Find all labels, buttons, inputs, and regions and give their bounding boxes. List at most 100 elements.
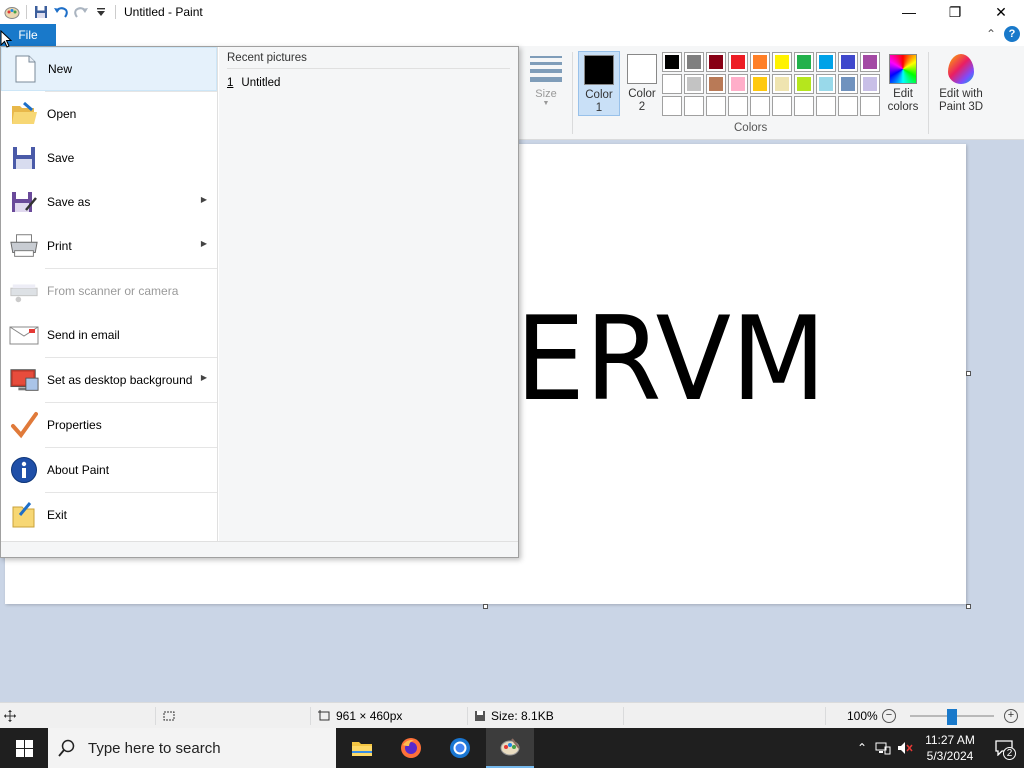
palette-color-swatch[interactable] <box>728 52 748 72</box>
checkmark-icon <box>9 410 39 440</box>
palette-empty-swatch[interactable] <box>684 96 704 116</box>
notification-center-button[interactable]: 2 <box>984 728 1024 768</box>
palette-color-swatch[interactable] <box>860 74 880 94</box>
palette-empty-swatch[interactable] <box>728 96 748 116</box>
palette-color-swatch[interactable] <box>662 52 682 72</box>
collapse-ribbon-icon[interactable]: ⌃ <box>986 27 996 41</box>
recent-item-number: 1 <box>227 77 234 89</box>
palette-color-swatch[interactable] <box>816 52 836 72</box>
palette-empty-swatch[interactable] <box>794 96 814 116</box>
color2-label: Color 2 <box>628 88 656 113</box>
file-menu-item-label: Exit <box>47 508 68 522</box>
minimize-button[interactable]: — <box>886 0 932 24</box>
taskbar-search-box[interactable]: Type here to search <box>48 728 336 768</box>
file-menu-item-label: Open <box>47 107 77 121</box>
desktop-icon <box>9 365 39 395</box>
palette-empty-swatch[interactable] <box>706 96 726 116</box>
palette-color-swatch[interactable] <box>728 74 748 94</box>
save-icon[interactable] <box>31 2 51 22</box>
palette-empty-swatch[interactable] <box>772 96 792 116</box>
volume-muted-icon[interactable] <box>894 741 916 755</box>
file-menu-item-label: Save as <box>47 195 91 209</box>
resize-handle-corner[interactable] <box>966 604 971 609</box>
ribbon-tab-strip: File ⌃ ? <box>0 24 1024 46</box>
file-menu-item-properties[interactable]: Properties <box>1 403 217 447</box>
file-menu-item-about-paint[interactable]: About Paint <box>1 448 217 492</box>
file-menu-item-label: Properties <box>47 418 102 432</box>
file-menu-item-save-as[interactable]: Save as ▶ <box>1 180 217 224</box>
file-menu-item-set-as-desktop-background[interactable]: Set as desktop background ▶ <box>1 358 217 402</box>
start-button[interactable] <box>0 728 48 768</box>
palette-color-swatch[interactable] <box>706 52 726 72</box>
palette-color-swatch[interactable] <box>772 74 792 94</box>
file-menu-item-from-scanner-or-camera: From scanner or camera <box>1 269 217 313</box>
taskbar: Type here to search ⌃ 11:27 AM 5/3/2024 … <box>0 728 1024 768</box>
network-icon[interactable] <box>872 741 894 755</box>
color1-button[interactable]: Color 1 <box>578 51 620 116</box>
file-menu-item-save[interactable]: Save <box>1 136 217 180</box>
resize-handle-right[interactable] <box>966 371 971 376</box>
palette-color-swatch[interactable] <box>794 74 814 94</box>
chrome-icon <box>450 738 470 758</box>
file-menu-item-exit[interactable]: Exit <box>1 493 217 537</box>
palette-color-swatch[interactable] <box>750 52 770 72</box>
file-menu-item-label: New <box>48 62 73 76</box>
palette-color-swatch[interactable] <box>706 74 726 94</box>
undo-icon[interactable] <box>51 2 71 22</box>
close-button[interactable]: ✕ <box>978 0 1024 24</box>
palette-color-swatch[interactable] <box>838 52 858 72</box>
file-size: Size: 8.1KB <box>474 703 554 729</box>
file-menu-item-send-in-email[interactable]: Send in email <box>1 313 217 357</box>
palette-empty-swatch[interactable] <box>860 96 880 116</box>
maximize-button[interactable]: ❐ <box>932 0 978 24</box>
file-size-text: Size: 8.1KB <box>491 709 554 723</box>
selection-size-icon <box>162 703 176 729</box>
customize-toolbar-chevron-icon[interactable] <box>91 2 111 22</box>
size-button[interactable]: Size ▼ <box>526 52 566 122</box>
window-controls: — ❐ ✕ <box>886 0 1024 24</box>
palette-color-swatch[interactable] <box>816 74 836 94</box>
show-hidden-icons-chevron[interactable]: ⌃ <box>852 741 872 755</box>
palette-color-swatch[interactable] <box>662 74 682 94</box>
zoom-slider-thumb[interactable] <box>947 709 957 725</box>
file-menu-commands: New Open Save Save as ▶ Print ▶ From scanner or… <box>1 47 218 541</box>
recent-pictures-pane: Recent pictures 1 Untitled <box>219 47 518 541</box>
file-explorer-icon <box>352 742 372 756</box>
palette-empty-swatch[interactable] <box>662 96 682 116</box>
resize-handle-bottom[interactable] <box>483 604 488 609</box>
paint-app-icon[interactable] <box>2 2 22 22</box>
file-menu-item-print[interactable]: Print ▶ <box>1 224 217 268</box>
palette-color-swatch[interactable] <box>750 74 770 94</box>
palette-empty-swatch[interactable] <box>750 96 770 116</box>
paint3d-logo-icon <box>948 54 974 84</box>
size-lines-icon <box>530 56 562 82</box>
paint-icon <box>500 738 520 756</box>
paint-taskbar-button[interactable] <box>486 728 534 768</box>
palette-color-swatch[interactable] <box>772 52 792 72</box>
edit-colors-button[interactable]: Edit colors <box>884 52 922 114</box>
edit-with-paint3d-button[interactable]: Edit with Paint 3D <box>934 52 988 114</box>
palette-color-swatch[interactable] <box>838 74 858 94</box>
file-explorer-button[interactable] <box>338 728 386 768</box>
edit-colors-label: Edit colors <box>887 88 919 113</box>
zoom-out-button[interactable]: − <box>882 709 896 723</box>
palette-color-swatch[interactable] <box>684 74 704 94</box>
palette-color-swatch[interactable] <box>684 52 704 72</box>
redo-icon[interactable] <box>71 2 91 22</box>
firefox-button[interactable] <box>387 728 435 768</box>
recent-item[interactable]: 1 Untitled <box>227 77 510 89</box>
palette-color-swatch[interactable] <box>860 52 880 72</box>
color2-button[interactable]: Color 2 <box>621 51 663 116</box>
file-menu-item-label: Save <box>47 151 75 165</box>
new-document-icon <box>10 54 40 84</box>
palette-empty-swatch[interactable] <box>816 96 836 116</box>
file-menu-item-new[interactable]: New <box>1 47 217 91</box>
taskbar-clock[interactable]: 11:27 AM 5/3/2024 <box>916 732 984 764</box>
zoom-in-button[interactable]: + <box>1004 709 1018 723</box>
chrome-button[interactable] <box>436 728 484 768</box>
status-divider <box>467 707 468 725</box>
file-menu-item-open[interactable]: Open <box>1 92 217 136</box>
palette-color-swatch[interactable] <box>794 52 814 72</box>
help-icon[interactable]: ? <box>1004 26 1020 42</box>
palette-empty-swatch[interactable] <box>838 96 858 116</box>
